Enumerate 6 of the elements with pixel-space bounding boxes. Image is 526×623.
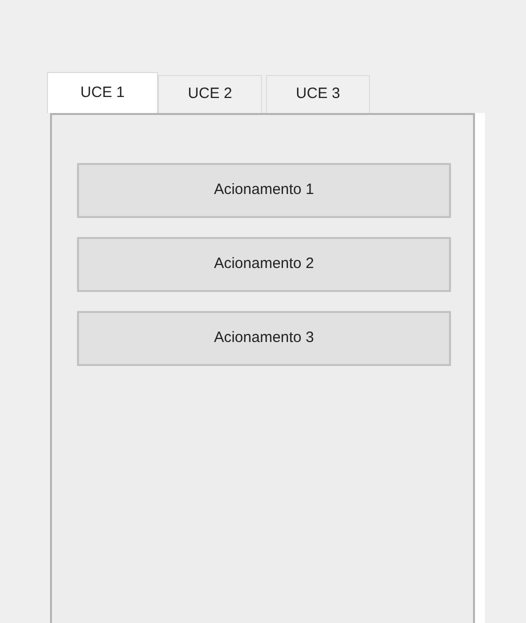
tab[interactable]: UCE 2 bbox=[158, 75, 262, 113]
tab[interactable]: UCE 3 bbox=[266, 75, 370, 113]
tab[interactable]: UCE 1 bbox=[47, 72, 158, 113]
action-button[interactable]: Acionamento 2 bbox=[77, 237, 451, 292]
action-button[interactable]: Acionamento 1 bbox=[77, 163, 451, 218]
action-button[interactable]: Acionamento 3 bbox=[77, 311, 451, 366]
